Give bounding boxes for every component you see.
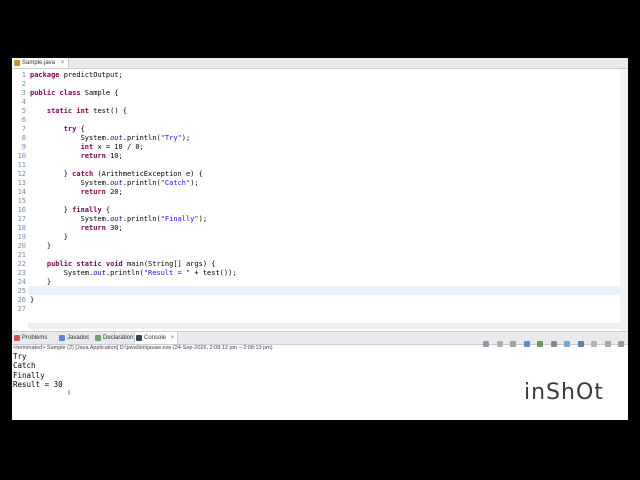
line-number: 23 [17,269,26,277]
javadoc-icon [59,335,65,341]
tab-declaration[interactable]: Declaration [94,332,133,344]
code-line[interactable]: return 20; [30,188,123,197]
code-editor[interactable]: 1 2 3 4 5 6 7 8 9 10 11 12 13 14 15 16 17 18 19 20 21 22 23 24 2… [12,69,628,331]
console-toolbar [480,334,624,347]
current-line-highlight [28,286,628,295]
line-number: 18 [17,224,26,232]
horizontal-scrollbar[interactable] [28,323,620,329]
console-output-line: Try [13,352,27,361]
code-line[interactable]: } [30,242,51,251]
line-number: 5 [21,107,26,115]
line-number: 7 [21,125,26,133]
tab-problems[interactable]: Problems [13,332,47,344]
code-line[interactable]: int x = 10 / 0; [30,143,144,152]
line-number: 10 [17,152,26,160]
tab-declaration-label: Declaration [103,335,134,341]
text-cursor-icon: I [68,389,71,397]
eclipse-window: Sample.java × 1 2 3 4 5 6 7 8 9 10 11 12 13 14 15 16 17 1… [12,58,628,420]
code-line[interactable]: public class Sample { [30,89,119,98]
code-line[interactable]: } [30,233,68,242]
line-number: 14 [17,188,26,196]
line-number: 26 [17,296,26,304]
line-number: 1 [21,71,26,79]
code-line[interactable]: } [30,296,34,305]
console-icon [136,335,142,341]
line-number: 22 [17,260,26,268]
line-number: 24 [17,278,26,286]
line-number: 16 [17,206,26,214]
line-number: 12 [17,170,26,178]
console-output[interactable]: Try Catch Finally Result = 30 [13,352,63,389]
tab-console-label: Console [144,335,167,341]
code-line[interactable]: System.out.println("Finally"); [30,215,207,224]
line-number: 4 [21,98,26,106]
line-number: 9 [21,143,26,151]
tab-console[interactable]: Console × [134,332,179,344]
line-number-ruler: 1 2 3 4 5 6 7 8 9 10 11 12 13 14 15 16 17 18 19 20 21 22 23 24 2… [12,69,28,331]
console-output-line: Catch [13,361,36,371]
java-file-icon [14,60,20,66]
line-number: 3 [21,89,26,97]
console-output-line: Result = 30 [13,379,63,389]
tab-problems-label: Problems [22,335,48,341]
line-number: 27 [17,305,26,313]
code-line[interactable]: package predictOutput; [30,71,123,80]
line-number: 20 [17,242,26,250]
code-line[interactable]: try { [30,125,85,134]
line-number: 11 [17,161,26,169]
line-number: 8 [21,134,26,142]
code-line[interactable]: } [30,278,51,287]
close-icon[interactable]: × [61,60,65,66]
code-line[interactable]: return 10; [30,152,123,161]
close-icon[interactable]: × [171,335,175,341]
code-line[interactable]: return 30; [30,224,123,233]
code-line[interactable]: public static void main(String[] args) { [30,260,216,269]
line-number: 13 [17,179,26,187]
tab-filename: Sample.java [22,60,56,66]
code-line[interactable]: System.out.println("Try"); [30,134,191,143]
tab-javadoc-label: Javadoc [67,335,90,341]
code-line[interactable]: } catch (ArithmeticException e) { [30,170,203,179]
tab-javadoc[interactable]: Javadoc [58,332,89,344]
tab-sample-java[interactable]: Sample.java × [12,58,70,68]
line-number: 6 [21,116,26,124]
console-output-line: Finally [13,370,45,380]
console-launch-status: <terminated> Sample (2) [Java Applicatio… [13,345,273,351]
line-number: 15 [17,197,26,205]
code-line[interactable]: System.out.println("Result = " + test())… [30,269,237,278]
code-line[interactable]: System.out.println("Catch"); [30,179,199,188]
line-number: 17 [17,215,26,223]
line-number: 25 [17,287,26,295]
editor-tab-bar: Sample.java × [12,58,628,69]
watermark-logo: inShOt [524,380,604,405]
line-number: 21 [17,251,26,259]
line-number: 19 [17,233,26,241]
code-line[interactable]: } finally { [30,206,110,215]
problems-icon [14,335,20,341]
code-line[interactable]: static int test() { [30,107,127,116]
declaration-icon [95,335,101,341]
line-number: 2 [21,80,26,88]
console-tab-bar: Problems Javadoc Declaration Console × [12,331,628,347]
overview-ruler[interactable] [620,69,628,331]
